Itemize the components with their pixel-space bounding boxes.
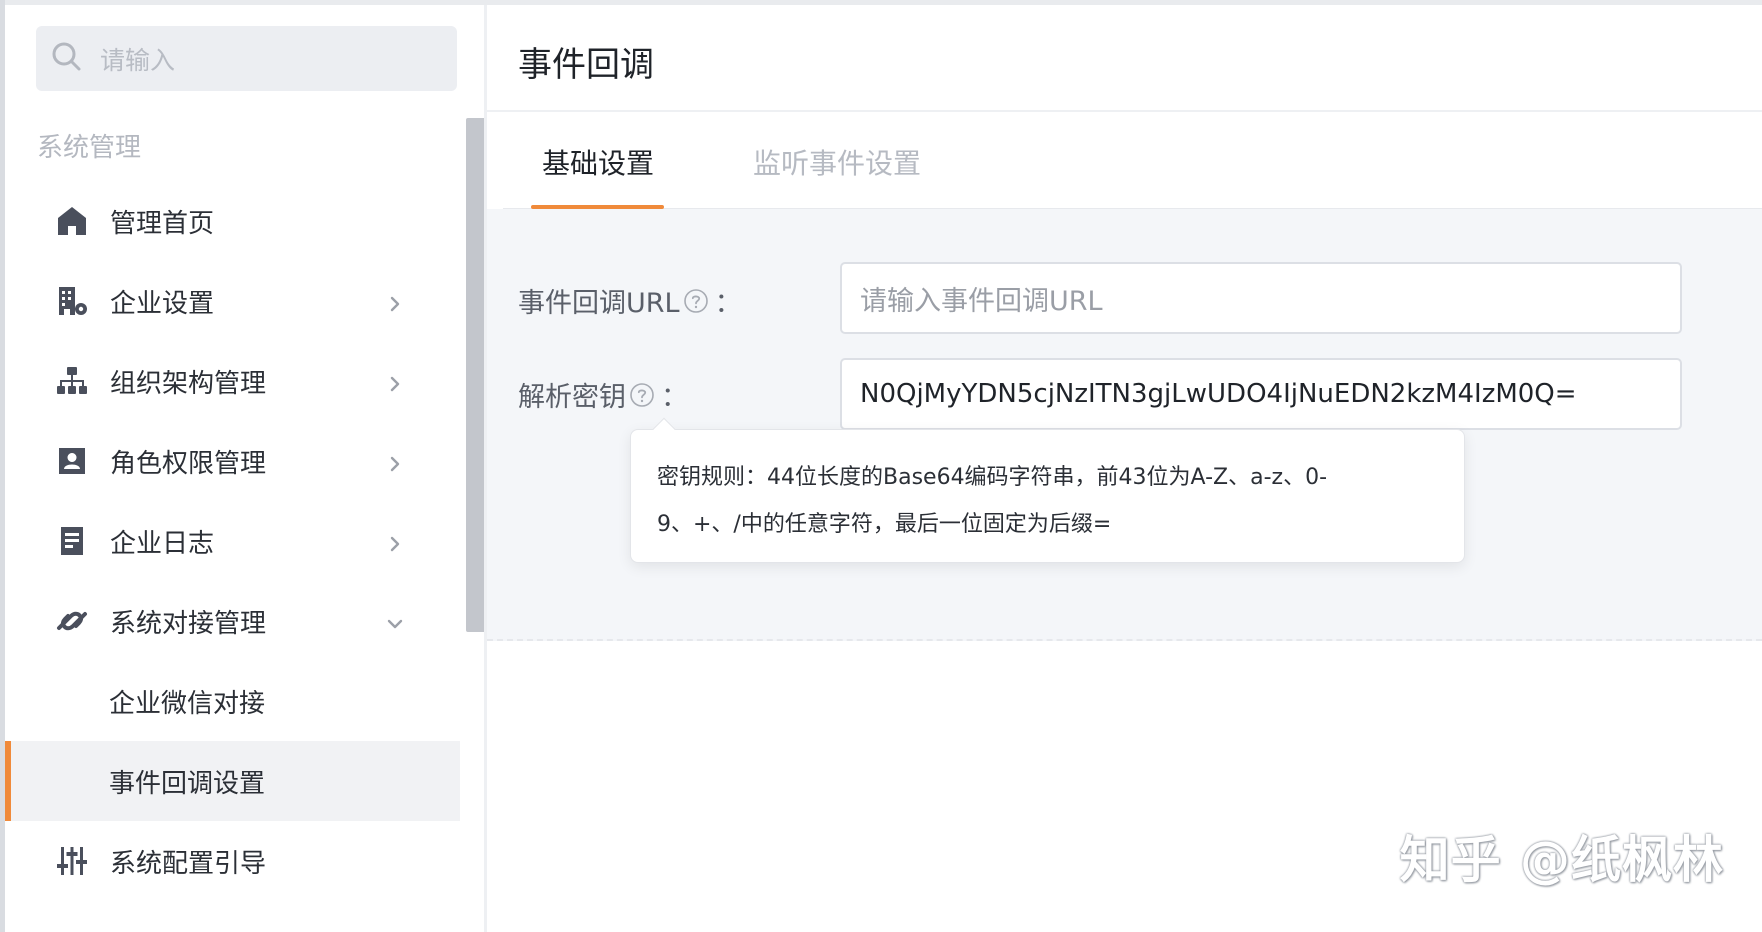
- search-placeholder: 请输入: [100, 45, 176, 75]
- tab-listen-event-settings[interactable]: 监听事件设置: [753, 142, 921, 182]
- sidebar-item-system-integration[interactable]: 系统对接管理: [5, 581, 460, 661]
- link-icon: [53, 602, 91, 640]
- page-title: 事件回调: [518, 45, 654, 85]
- user-badge-icon: [53, 442, 91, 480]
- tooltip-line: 密钥规则：44位长度的Base64编码字符串，前43位为A-Z、a-z、0-: [657, 465, 1328, 490]
- sidebar-subitem-wecom-integration[interactable]: 企业微信对接: [5, 661, 460, 741]
- callback-url-label: 事件回调URL ：: [518, 281, 742, 320]
- tab-bar: 基础设置 监听事件设置: [503, 112, 1762, 209]
- tab-basic-settings[interactable]: 基础设置: [542, 142, 654, 182]
- sidebar-item-org-structure[interactable]: 组织架构管理: [5, 341, 460, 421]
- sidebar-subitem-label: 企业微信对接: [109, 688, 266, 719]
- sidebar-item-system-config-guide[interactable]: 系统配置引导: [5, 821, 460, 901]
- chevron-right-icon: [385, 291, 405, 312]
- secret-key-label: 解析密钥 ：: [518, 375, 688, 414]
- sidebar-item-label: 系统配置引导: [110, 848, 267, 879]
- search-icon: [50, 40, 84, 78]
- callback-url-placeholder: 请输入事件回调URL: [860, 285, 1103, 317]
- sidebar-subitem-label: 事件回调设置: [109, 768, 266, 799]
- sidebar-item-home[interactable]: 管理首页: [5, 181, 460, 261]
- watermark: 知乎 @纸枫林: [1399, 831, 1724, 889]
- building-settings-icon: [53, 282, 91, 320]
- sidebar-item-label: 角色权限管理: [110, 448, 267, 479]
- secret-key-value: N0QjMyYDN5cjNzITN3gjLwUDO4IjNuEDN2kzM4Iz…: [860, 379, 1577, 409]
- chevron-right-icon: [385, 451, 405, 472]
- secret-key-tooltip: 密钥规则：44位长度的Base64编码字符串，前43位为A-Z、a-z、0- 9…: [630, 417, 1465, 563]
- help-icon[interactable]: [629, 382, 655, 408]
- sidebar: 请输入 系统管理 管理首页 企业设置 组织架构管理 角色权限管理 企业日志 系统…: [5, 5, 486, 932]
- document-icon: [53, 522, 91, 560]
- secret-key-label-colon: ：: [661, 382, 688, 413]
- callback-url-label-colon: ：: [714, 288, 742, 319]
- tooltip-line: 9、+、/中的任意字符，最后一位固定为后缀=: [657, 512, 1112, 537]
- chevron-down-icon: [385, 611, 405, 631]
- secret-key-input[interactable]: N0QjMyYDN5cjNzITN3gjLwUDO4IjNuEDN2kzM4Iz…: [840, 358, 1682, 430]
- sidebar-item-label: 企业日志: [110, 528, 215, 559]
- sidebar-menu: 管理首页 企业设置 组织架构管理 角色权限管理 企业日志 系统对接管理 企业微信…: [5, 181, 460, 901]
- sidebar-item-enterprise-settings[interactable]: 企业设置: [5, 261, 460, 341]
- page-header: 事件回调: [487, 5, 1762, 112]
- sidebar-item-label: 系统对接管理: [110, 608, 267, 639]
- sidebar-item-label: 组织架构管理: [110, 368, 267, 399]
- chevron-right-icon: [385, 371, 405, 392]
- home-icon: [53, 202, 91, 240]
- help-icon[interactable]: [683, 288, 709, 314]
- sidebar-item-label: 管理首页: [110, 208, 215, 239]
- sidebar-item-enterprise-log[interactable]: 企业日志: [5, 501, 460, 581]
- sidebar-item-label: 企业设置: [110, 288, 215, 319]
- callback-url-input[interactable]: 请输入事件回调URL: [840, 262, 1682, 334]
- sidebar-scrollbar[interactable]: [466, 118, 486, 632]
- chevron-right-icon: [385, 531, 405, 552]
- secret-key-label-text: 解析密钥: [518, 382, 626, 413]
- sidebar-subitem-event-callback-settings[interactable]: 事件回调设置: [5, 741, 460, 821]
- callback-url-label-text: 事件回调URL: [518, 288, 680, 319]
- sliders-icon: [53, 842, 91, 880]
- main-content: 事件回调 基础设置 监听事件设置 事件回调URL ： 请输入事件回调URL 解析…: [487, 5, 1762, 932]
- sidebar-item-role-permissions[interactable]: 角色权限管理: [5, 421, 460, 501]
- sidebar-section-title: 系统管理: [37, 133, 142, 163]
- search-input[interactable]: 请输入: [36, 26, 457, 91]
- org-chart-icon: [53, 362, 91, 400]
